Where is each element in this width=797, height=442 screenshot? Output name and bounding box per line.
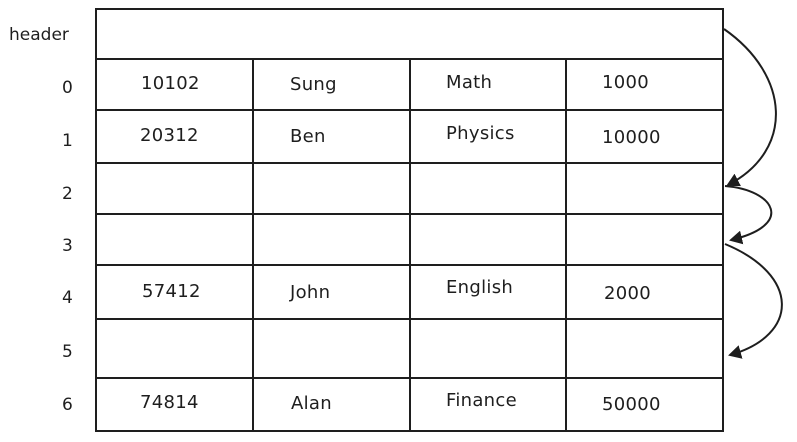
table-grid — [95, 8, 783, 432]
row-index-label: 6 — [62, 395, 73, 415]
table-cell: 10000 — [602, 127, 661, 148]
table-cell: Physics — [446, 123, 515, 144]
row-index-label: 1 — [62, 131, 73, 151]
table-cell: 50000 — [602, 394, 661, 415]
table-cell: John — [290, 282, 331, 303]
table-cell: Math — [446, 72, 493, 93]
table-cell: 57412 — [142, 281, 201, 302]
table-cell: 74814 — [140, 392, 199, 413]
hash-table-diagram: header 0 1 2 3 4 5 6 10102 Sung Math 100… — [0, 0, 797, 442]
table-cell: Sung — [290, 74, 337, 95]
arrow-row-2-to-row-3 — [724, 185, 773, 245]
row-index-label: 0 — [62, 78, 73, 98]
row-index-label: 3 — [62, 236, 73, 256]
table-cell: 1000 — [602, 72, 650, 93]
header-label: header — [9, 25, 69, 45]
table-cell: Alan — [291, 393, 332, 414]
table-cell: 10102 — [141, 73, 200, 94]
arrow-row-3-to-row-5 — [724, 243, 783, 359]
row-index-label: 2 — [62, 184, 73, 204]
arrow-header-to-row-2 — [723, 28, 777, 187]
table-cell: Finance — [446, 390, 517, 411]
row-index-label: 5 — [62, 342, 73, 362]
table-cell: 2000 — [604, 283, 652, 304]
table-cell: Ben — [290, 126, 326, 147]
table-cell: 20312 — [140, 125, 199, 146]
table-cell: English — [446, 277, 514, 298]
header-box — [95, 8, 724, 60]
row-index-label: 4 — [62, 288, 73, 308]
